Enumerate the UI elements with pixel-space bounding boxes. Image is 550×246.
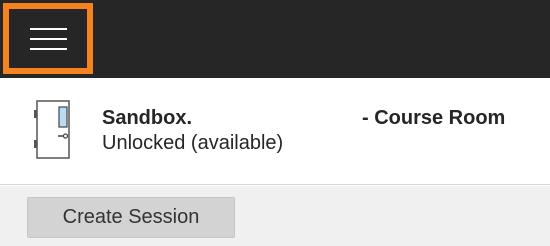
menu-button[interactable] <box>3 3 93 74</box>
top-bar <box>0 0 550 78</box>
door-icon <box>34 100 70 159</box>
create-session-button[interactable]: Create Session <box>27 197 235 238</box>
room-name: Sandbox. <box>102 107 193 129</box>
hamburger-menu-icon <box>30 28 67 30</box>
hamburger-menu-icon-line <box>30 38 67 40</box>
room-list-item[interactable]: Sandbox. - Course Room Unlocked (availab… <box>0 78 550 185</box>
hamburger-menu-icon-line <box>30 48 67 50</box>
room-status: Unlocked (available) <box>102 132 284 154</box>
actions-bar: Create Session <box>0 186 550 246</box>
room-type-label: - Course Room <box>362 107 506 129</box>
